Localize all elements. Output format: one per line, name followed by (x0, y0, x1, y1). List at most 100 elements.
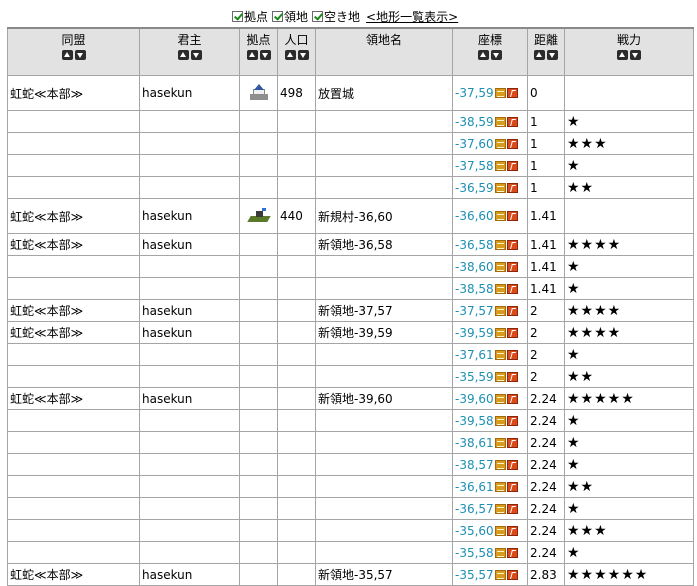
map-icon[interactable] (494, 459, 506, 470)
dispatch-icon[interactable] (506, 160, 518, 171)
dispatch-icon[interactable] (506, 305, 518, 316)
map-icon[interactable] (494, 116, 506, 127)
distance-cell: 2 (527, 299, 565, 322)
coordinate-link[interactable]: -37,61 (455, 348, 494, 362)
sort-asc-icon[interactable] (246, 50, 258, 60)
coordinate-link[interactable]: -38,57 (455, 458, 494, 472)
coordinate-link[interactable]: -39,58 (455, 414, 494, 428)
table-row: -38,60 1.41 ★ (7, 255, 694, 278)
alliance-cell (7, 541, 140, 564)
dispatch-icon[interactable] (506, 481, 518, 492)
sort-asc-icon[interactable] (177, 50, 189, 60)
sort-asc-icon[interactable] (617, 50, 628, 60)
map-icon[interactable] (494, 569, 506, 580)
table-row: -36,59 1 ★★ (7, 176, 694, 199)
sort-desc-icon[interactable] (190, 50, 202, 60)
map-icon[interactable] (494, 437, 506, 448)
coordinate-link[interactable]: -37,57 (455, 304, 494, 318)
sort-desc-icon[interactable] (547, 50, 558, 60)
map-icon[interactable] (494, 415, 506, 426)
map-icon[interactable] (494, 371, 506, 382)
map-icon[interactable] (494, 393, 506, 404)
map-icon[interactable] (494, 138, 506, 149)
dispatch-icon[interactable] (506, 327, 518, 338)
coordinate-link[interactable]: -36,61 (455, 480, 494, 494)
col-header-coordinates: 座標 (452, 27, 528, 76)
filter-vacant-checkbox[interactable] (312, 10, 324, 22)
dispatch-icon[interactable] (506, 138, 518, 149)
map-icon[interactable] (494, 525, 506, 536)
dispatch-icon[interactable] (506, 547, 518, 558)
filter-base-checkbox[interactable] (232, 10, 243, 22)
dispatch-icon[interactable] (506, 371, 518, 382)
coordinate-link[interactable]: -37,59 (455, 86, 494, 100)
coordinate-link[interactable]: -35,58 (455, 546, 494, 560)
dispatch-icon[interactable] (506, 503, 518, 514)
filter-territory-checkbox[interactable] (272, 10, 284, 22)
coordinate-link[interactable]: -36,57 (455, 502, 494, 516)
coordinate-link[interactable]: -35,57 (455, 568, 494, 582)
sort-desc-icon[interactable] (259, 50, 271, 60)
map-icon[interactable] (494, 503, 506, 514)
dispatch-icon[interactable] (506, 349, 518, 360)
coordinate-link[interactable]: -36,58 (455, 238, 494, 252)
sort-asc-icon[interactable] (61, 50, 73, 60)
dispatch-icon[interactable] (506, 437, 518, 448)
map-icon[interactable] (494, 547, 506, 558)
territory-name-cell (315, 110, 453, 133)
map-icon[interactable] (494, 305, 506, 316)
sort-desc-icon[interactable] (630, 50, 641, 60)
lord-cell: hasekun (139, 75, 240, 111)
coordinate-link[interactable]: -36,60 (455, 209, 494, 223)
dispatch-icon[interactable] (506, 261, 518, 272)
coordinate-link[interactable]: -38,61 (455, 436, 494, 450)
dispatch-icon[interactable] (506, 182, 518, 193)
coordinate-link[interactable]: -39,60 (455, 392, 494, 406)
sort-desc-icon[interactable] (491, 50, 502, 60)
dispatch-icon[interactable] (506, 525, 518, 536)
table-row: 虹蛇≪本部≫ hasekun 440 新規村-36,60 -36,60 1.41 (7, 198, 694, 234)
map-icon[interactable] (494, 283, 506, 294)
sort-desc-icon[interactable] (74, 50, 86, 60)
map-icon[interactable] (494, 211, 506, 221)
coordinate-link[interactable]: -37,58 (455, 159, 494, 173)
dispatch-icon[interactable] (506, 116, 518, 127)
sort-asc-icon[interactable] (284, 50, 296, 60)
strength-stars-cell: ★ (564, 453, 694, 476)
map-icon[interactable] (494, 182, 506, 193)
coordinate-link[interactable]: -38,59 (455, 115, 494, 129)
map-icon[interactable] (494, 349, 506, 360)
strength-stars-cell: ★★★★ (564, 233, 694, 256)
map-icon[interactable] (494, 481, 506, 492)
dispatch-icon[interactable] (506, 88, 518, 98)
sort-desc-icon[interactable] (297, 50, 309, 60)
sort-asc-icon[interactable] (478, 50, 489, 60)
coordinate-link[interactable]: -38,58 (455, 282, 494, 296)
map-icon[interactable] (494, 327, 506, 338)
alliance-cell: 虹蛇≪本部≫ (7, 387, 140, 410)
col-header-population: 人口 (277, 27, 316, 76)
dispatch-icon[interactable] (506, 211, 518, 221)
map-icon[interactable] (494, 261, 506, 272)
map-icon[interactable] (494, 160, 506, 171)
sort-asc-icon[interactable] (534, 50, 545, 60)
dispatch-icon[interactable] (506, 283, 518, 294)
coordinate-link[interactable]: -38,60 (455, 260, 494, 274)
population-cell (277, 321, 316, 344)
coordinate-link[interactable]: -36,59 (455, 181, 494, 195)
dispatch-icon[interactable] (506, 415, 518, 426)
coordinate-link[interactable]: -37,60 (455, 137, 494, 151)
map-icon[interactable] (494, 88, 506, 98)
territory-name-cell (315, 475, 453, 498)
coordinate-link[interactable]: -39,59 (455, 326, 494, 340)
coordinate-cell: -38,57 (452, 453, 528, 476)
coordinate-link[interactable]: -35,59 (455, 370, 494, 384)
territory-name-cell: 新領地-35,57 (315, 563, 453, 586)
map-icon[interactable] (494, 239, 506, 250)
dispatch-icon[interactable] (506, 459, 518, 470)
coordinate-link[interactable]: -35,60 (455, 524, 494, 538)
dispatch-icon[interactable] (506, 239, 518, 250)
terrain-list-link[interactable]: <地形一覧表示> (366, 8, 458, 25)
dispatch-icon[interactable] (506, 393, 518, 404)
dispatch-icon[interactable] (506, 569, 518, 580)
